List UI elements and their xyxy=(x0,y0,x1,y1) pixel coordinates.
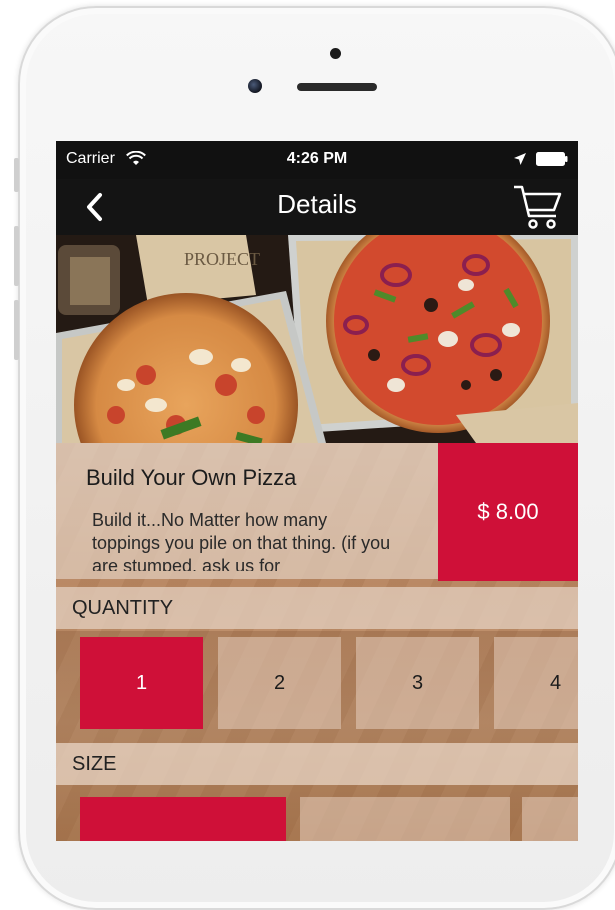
mute-switch xyxy=(14,158,19,192)
size-option[interactable] xyxy=(522,797,578,841)
quantity-section-header: QUANTITY xyxy=(56,587,578,629)
svg-text:PROJECT: PROJECT xyxy=(184,249,260,269)
proximity-sensor xyxy=(330,48,341,59)
shopping-cart-icon[interactable] xyxy=(512,183,564,231)
size-section-header: SIZE xyxy=(56,743,578,785)
quantity-selector: 1 2 3 4 xyxy=(56,631,578,743)
size-header-label: SIZE xyxy=(72,753,117,775)
status-time: 4:26 PM xyxy=(286,150,348,167)
battery-icon xyxy=(536,152,568,166)
location-arrow-icon xyxy=(514,153,526,165)
navigation-bar: Details xyxy=(56,179,578,235)
page-title: Details xyxy=(277,189,357,219)
status-bar: Carrier 4:26 PM xyxy=(56,141,578,179)
quantity-option[interactable]: 4 xyxy=(494,637,578,729)
price-button[interactable]: $ 8.00 xyxy=(438,443,578,581)
quantity-option[interactable]: 2 xyxy=(218,637,341,729)
item-info-panel: Build Your Own Pizza Build it...No Matte… xyxy=(56,443,438,579)
item-details: Build Your Own Pizza Build it...No Matte… xyxy=(56,443,578,841)
item-description: Build it...No Matter how many toppings y… xyxy=(92,510,391,571)
pizza-photo: PROJECT xyxy=(56,235,578,443)
size-option[interactable] xyxy=(300,797,510,841)
volume-up-button xyxy=(14,226,19,286)
front-camera xyxy=(248,79,262,93)
quantity-header-label: QUANTITY xyxy=(72,597,174,619)
app-screen: Carrier 4:26 PM Details PROJECT Build Yo… xyxy=(56,141,578,841)
quantity-option[interactable]: 1 xyxy=(80,637,203,729)
size-option-selected[interactable] xyxy=(80,797,286,841)
volume-down-button xyxy=(14,300,19,360)
item-name: Build Your Own Pizza xyxy=(86,465,297,490)
quantity-option[interactable]: 3 xyxy=(356,637,479,729)
size-selector xyxy=(56,785,578,841)
earpiece-speaker xyxy=(297,83,377,91)
